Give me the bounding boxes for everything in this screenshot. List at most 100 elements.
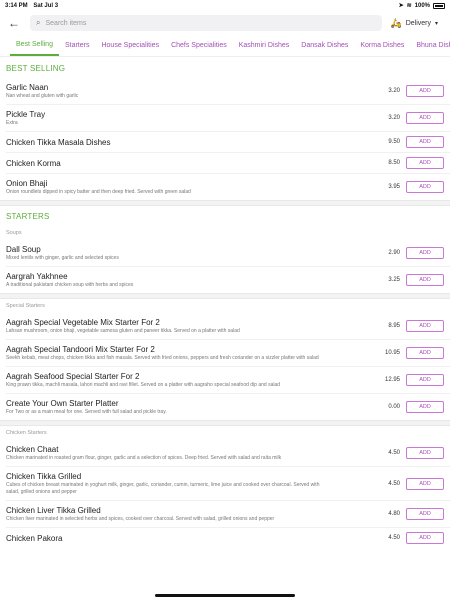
status-time: 3:14 PM xyxy=(5,2,28,9)
menu-item[interactable]: Garlic Naan Nan wheat and gluten with gar… xyxy=(0,78,450,104)
add-button[interactable]: ADD xyxy=(406,136,444,148)
group-subtitle: Soups xyxy=(6,230,22,236)
tab-chefs-specialities[interactable]: Chefs Specialities xyxy=(165,36,233,55)
item-name: Onion Bhaji xyxy=(6,179,48,188)
add-button[interactable]: ADD xyxy=(406,157,444,169)
item-text: Create Your Own Starter Platter For Two o… xyxy=(6,398,366,416)
item-description: King prawn tikka, machli masala, lahori … xyxy=(6,382,281,388)
group-subtitle: Chicken Starters xyxy=(6,430,47,436)
search-input[interactable]: ⌕ Search items xyxy=(30,15,383,31)
item-price: 4.50 xyxy=(388,450,400,456)
menu-item[interactable]: Pickle Tray Extra 3.20 ADD xyxy=(0,105,450,131)
add-button[interactable]: ADD xyxy=(406,374,444,386)
add-button[interactable]: ADD xyxy=(406,347,444,359)
menu-item[interactable]: Chicken Liver Tikka Grilled Chicken liver… xyxy=(0,501,450,527)
status-bar: 3:14 PM Sat Jul 3 ➤ ≋ 100% xyxy=(0,0,450,11)
home-indicator xyxy=(155,594,295,597)
item-price: 0.00 xyxy=(388,404,400,410)
tab-kashmiri-dishes[interactable]: Kashmiri Dishes xyxy=(233,36,296,55)
item-name: Aagrah Special Tandoori Mix Starter For … xyxy=(6,345,155,354)
add-button[interactable]: ADD xyxy=(406,274,444,286)
back-arrow-icon[interactable]: ← xyxy=(6,16,22,30)
item-text: Pickle Tray Extra xyxy=(6,109,366,127)
add-button[interactable]: ADD xyxy=(406,247,444,259)
item-description: For Two or as a main meal for one. Serve… xyxy=(6,409,167,415)
item-description: Onion roundlets dipped in spicy batter a… xyxy=(6,189,191,195)
tab-best-selling[interactable]: Best Selling xyxy=(10,35,59,56)
item-name: Garlic Naan xyxy=(6,83,49,92)
item-description: Chicken liver marinated in selected herb… xyxy=(6,516,275,522)
item-price: 8.50 xyxy=(388,160,400,166)
add-button[interactable]: ADD xyxy=(406,85,444,97)
location-icon: ➤ xyxy=(398,3,404,9)
add-button[interactable]: ADD xyxy=(406,401,444,413)
item-price: 2.90 xyxy=(388,250,400,256)
menu-item[interactable]: Chicken Tikka Grilled Cubes of chicken br… xyxy=(0,467,450,500)
item-name: Pickle Tray xyxy=(6,110,46,119)
item-price: 3.25 xyxy=(388,277,400,283)
item-text: Chicken Tikka Masala Dishes xyxy=(6,137,366,148)
menu-item[interactable]: Onion Bhaji Onion roundlets dipped in spi… xyxy=(0,174,450,200)
item-price: 8.95 xyxy=(388,323,400,329)
item-price: 12.95 xyxy=(384,377,400,383)
tab-korma-dishes[interactable]: Korma Dishes xyxy=(354,36,410,55)
tab-starters[interactable]: Starters xyxy=(59,36,96,55)
delivery-selector[interactable]: 🛵 Delivery ▾ xyxy=(390,18,444,29)
add-button[interactable]: ADD xyxy=(406,447,444,459)
item-text: Dall Soup Mixed lentils with ginger, garl… xyxy=(6,244,366,262)
section-title: BEST SELLING xyxy=(6,63,66,73)
item-name: Chicken Liver Tikka Grilled xyxy=(6,506,101,515)
add-button[interactable]: ADD xyxy=(406,532,444,544)
wifi-icon: ≋ xyxy=(406,3,412,9)
tab-dansak-dishes[interactable]: Dansak Dishes xyxy=(295,36,354,55)
menu-item[interactable]: Create Your Own Starter Platter For Two o… xyxy=(0,394,450,420)
section-title: STARTERS xyxy=(6,211,50,221)
item-text: Aagrah Special Vegetable Mix Starter For… xyxy=(6,317,366,335)
item-name: Chicken Chaat xyxy=(6,445,59,454)
menu-item[interactable]: Chicken Korma 8.50 ADD xyxy=(0,153,450,173)
item-price: 4.80 xyxy=(388,511,400,517)
menu-item[interactable]: Aagrah Special Vegetable Mix Starter For… xyxy=(0,313,450,339)
add-button[interactable]: ADD xyxy=(406,320,444,332)
item-text: Aagrah Seafood Special Starter For 2 King… xyxy=(6,371,366,389)
item-text: Aargrah Yakhnee A traditional pakistani c… xyxy=(6,271,366,289)
tab-bhuna-dishes[interactable]: Bhuna Dishes xyxy=(410,36,450,55)
add-button[interactable]: ADD xyxy=(406,181,444,193)
item-text: Garlic Naan Nan wheat and gluten with gar… xyxy=(6,82,366,100)
chevron-down-icon: ▾ xyxy=(434,20,438,27)
menu-item[interactable]: Aagrah Seafood Special Starter For 2 King… xyxy=(0,367,450,393)
item-name: Chicken Korma xyxy=(6,158,61,168)
menu-list: BEST SELLING Garlic Naan Nan wheat and glu… xyxy=(0,58,450,600)
item-price: 4.50 xyxy=(388,480,400,487)
top-bar: ← ⌕ Search items 🛵 Delivery ▾ xyxy=(0,11,450,35)
item-name: Aargrah Yakhnee xyxy=(6,272,68,281)
delivery-label: Delivery xyxy=(405,19,431,27)
add-button[interactable]: ADD xyxy=(406,112,444,124)
menu-item[interactable]: Chicken Tikka Masala Dishes 9.50 ADD xyxy=(0,132,450,152)
item-name: Chicken Tikka Grilled xyxy=(6,472,82,481)
item-name: Create Your Own Starter Platter xyxy=(6,399,119,408)
battery-percent: 100% xyxy=(414,2,430,9)
item-price: 3.95 xyxy=(388,184,400,190)
status-date: Sat Jul 3 xyxy=(33,2,59,9)
menu-item[interactable]: Aagrah Special Tandoori Mix Starter For … xyxy=(0,340,450,366)
item-description: Lahsan mushroom, onion bhaji, vegetable … xyxy=(6,328,240,334)
item-text: Chicken Chaat Chicken marinated in roaste… xyxy=(6,444,366,462)
menu-item[interactable]: Dall Soup Mixed lentils with ginger, garl… xyxy=(0,240,450,266)
item-name: Aagrah Seafood Special Starter For 2 xyxy=(6,372,140,381)
status-left: 3:14 PM Sat Jul 3 xyxy=(5,3,62,9)
menu-item[interactable]: Chicken Pakora 4.50 ADD xyxy=(0,528,450,548)
add-button[interactable]: ADD xyxy=(406,508,444,520)
search-placeholder: Search items xyxy=(45,19,87,27)
tab-house-specialities[interactable]: House Specialities xyxy=(95,36,165,55)
item-text: Chicken Liver Tikka Grilled Chicken liver… xyxy=(6,505,366,523)
item-text: Chicken Korma xyxy=(6,158,366,169)
item-text: Aagrah Special Tandoori Mix Starter For … xyxy=(6,344,366,362)
item-name: Aagrah Special Vegetable Mix Starter For… xyxy=(6,318,160,327)
menu-item[interactable]: Aargrah Yakhnee A traditional pakistani c… xyxy=(0,267,450,293)
add-button[interactable]: ADD xyxy=(406,477,444,490)
menu-item[interactable]: Chicken Chaat Chicken marinated in roaste… xyxy=(0,440,450,466)
item-price: 3.20 xyxy=(388,88,400,94)
status-right: ➤ ≋ 100% xyxy=(399,2,445,9)
category-tabs: Best Selling Starters House Specialities Ch… xyxy=(0,35,450,57)
